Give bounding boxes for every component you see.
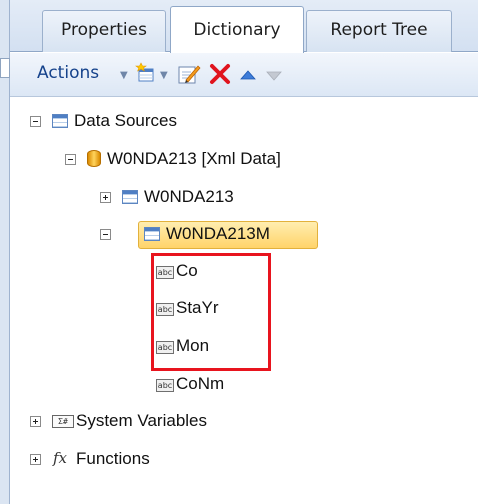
actions-dropdown-icon[interactable]: ▼: [120, 70, 128, 81]
tab-dictionary-label: Dictionary: [193, 20, 281, 40]
expand-table1-icon[interactable]: [100, 192, 111, 203]
database-icon: [87, 150, 101, 167]
data-sources-icon: [52, 114, 68, 128]
tab-report-tree[interactable]: Report Tree: [306, 10, 452, 52]
string-column-icon: abc: [156, 379, 174, 392]
tree-node-xml-source[interactable]: W0NDA213 [Xml Data]: [107, 149, 281, 169]
tab-report-tree-label: Report Tree: [330, 20, 428, 40]
new-item-icon[interactable]: [135, 61, 157, 89]
table-icon: [144, 227, 160, 241]
table-icon: [122, 190, 138, 204]
collapse-data-sources-icon[interactable]: [30, 116, 41, 127]
tree-node-table2[interactable]: W0NDA213M: [166, 224, 270, 244]
highlight-box: [151, 253, 271, 371]
toolbar: Actions ▼ ▼: [10, 53, 478, 97]
tab-properties-label: Properties: [61, 20, 147, 40]
move-down-icon[interactable]: [266, 67, 282, 86]
system-variables-icon: Σ#: [52, 415, 74, 428]
tab-properties[interactable]: Properties: [42, 10, 166, 52]
actions-menu[interactable]: Actions: [37, 63, 99, 83]
left-splitter[interactable]: [0, 0, 10, 504]
tab-strip: Properties Dictionary Report Tree: [10, 0, 478, 53]
collapse-xml-source-icon[interactable]: [65, 154, 76, 165]
tree-node-data-sources[interactable]: Data Sources: [74, 111, 177, 131]
edit-icon[interactable]: [177, 62, 201, 90]
expand-functions-icon[interactable]: [30, 454, 41, 465]
new-item-dropdown-icon[interactable]: ▼: [160, 70, 168, 81]
splitter-grip[interactable]: [0, 58, 10, 78]
tree-node-functions[interactable]: Functions: [76, 449, 150, 469]
move-up-icon[interactable]: [240, 67, 256, 86]
dictionary-tree[interactable]: Data Sources W0NDA213 [Xml Data] W0NDA21…: [10, 98, 478, 504]
function-icon: fx: [53, 449, 68, 467]
tree-node-table1[interactable]: W0NDA213: [144, 187, 234, 207]
tree-node-system-variables[interactable]: System Variables: [76, 411, 207, 431]
delete-icon[interactable]: [208, 62, 232, 90]
expand-system-variables-icon[interactable]: [30, 416, 41, 427]
tab-dictionary[interactable]: Dictionary: [170, 6, 304, 53]
column-conm[interactable]: CoNm: [176, 374, 224, 394]
collapse-table2-icon[interactable]: [100, 229, 111, 240]
